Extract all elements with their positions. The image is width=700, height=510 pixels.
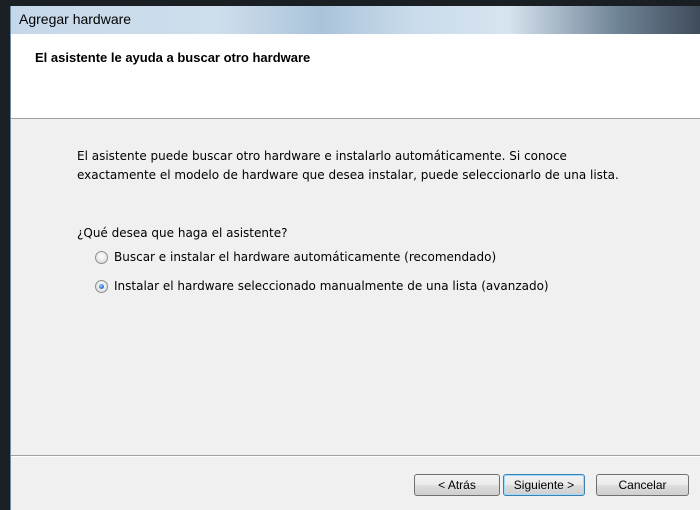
title-bar[interactable]: Agregar hardware [11, 6, 700, 34]
option-automatic[interactable]: Buscar e instalar el hardware automática… [95, 248, 496, 266]
wizard-body: El asistente puede buscar otro hardware … [11, 119, 700, 455]
description-line-1: El asistente puede buscar otro hardware … [77, 149, 567, 163]
option-automatic-label[interactable]: Buscar e instalar el hardware automática… [114, 250, 496, 264]
back-button[interactable]: < Atrás [414, 474, 500, 496]
option-manual-label[interactable]: Instalar el hardware seleccionado manual… [114, 279, 549, 293]
description-line-2: exactamente el modelo de hardware que de… [77, 168, 619, 182]
window-title: Agregar hardware [19, 11, 132, 27]
option-manual[interactable]: Instalar el hardware seleccionado manual… [95, 277, 549, 295]
radio-automatic[interactable] [95, 250, 108, 264]
cancel-button[interactable]: Cancelar [596, 474, 689, 496]
radio-manual[interactable] [95, 279, 108, 293]
next-button[interactable]: Siguiente > [503, 474, 585, 496]
wizard-header: El asistente le ayuda a buscar otro hard… [11, 34, 700, 119]
header-title: El asistente le ayuda a buscar otro hard… [35, 50, 311, 65]
left-edge [0, 0, 10, 510]
description: El asistente puede buscar otro hardware … [77, 147, 677, 185]
button-separator [11, 455, 700, 457]
radio-selected-dot-icon [99, 283, 104, 289]
add-hardware-wizard-window: Agregar hardware El asistente le ayuda a… [10, 6, 700, 510]
question-label: ¿Qué desea que haga el asistente? [77, 226, 288, 240]
